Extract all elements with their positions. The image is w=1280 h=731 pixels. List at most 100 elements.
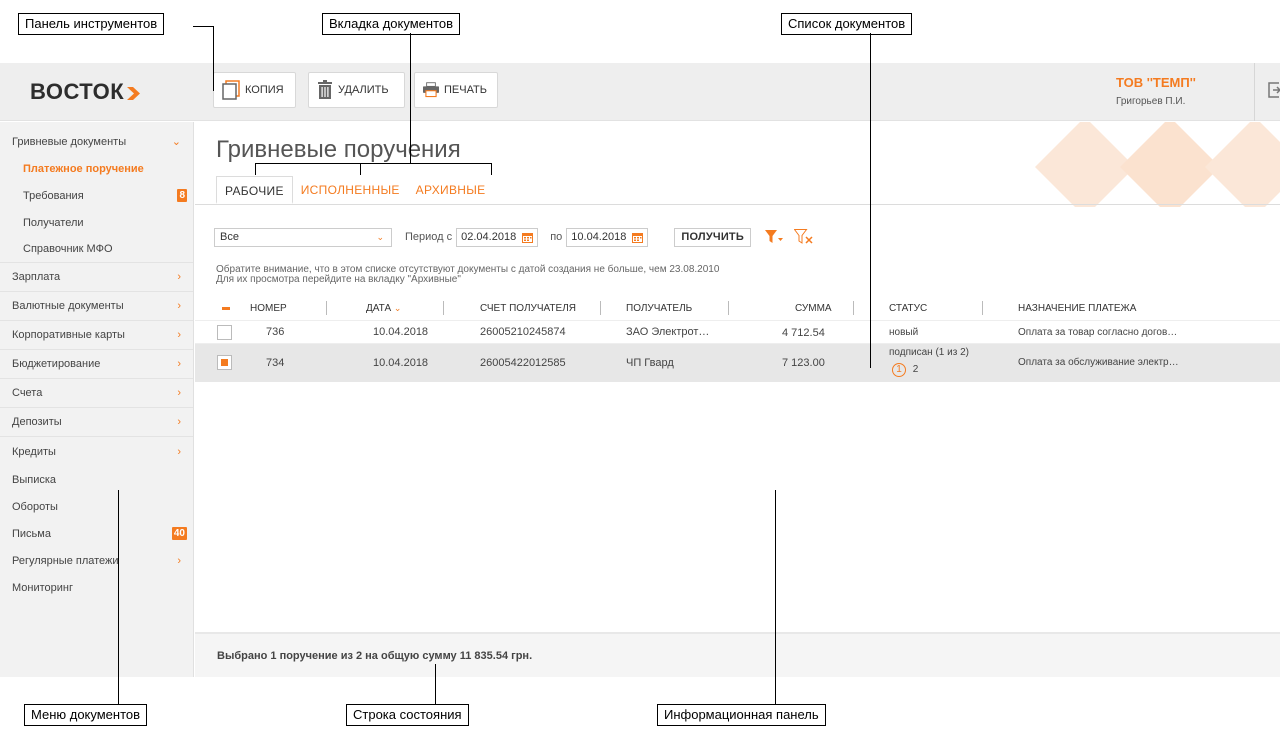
cell-status: новый (889, 327, 919, 338)
sidebar-group-uah-documents[interactable]: Гривневые документы ⌄ (0, 122, 193, 155)
documents-menu: Гривневые документы ⌄ Платежное поручени… (0, 122, 194, 677)
sort-desc-icon: ⌄ (393, 303, 402, 313)
callout-line (118, 490, 119, 705)
table-row[interactable]: 734 10.04.2018 26005422012585 ЧП Гвард 7… (195, 343, 1280, 382)
column-separator[interactable] (982, 301, 983, 315)
calendar-icon[interactable] (522, 232, 534, 243)
callout-document-tabs: Вкладка документов (322, 13, 461, 35)
logout-icon[interactable] (1268, 82, 1280, 98)
sidebar-item-label: Требования (23, 189, 84, 202)
sidebar-group-label: Счета (12, 387, 43, 399)
callout-toolbar: Панель инструментов (18, 13, 165, 35)
sidebar-group-currency-documents[interactable]: Валютные документы › (0, 292, 193, 321)
sidebar-item-statement[interactable]: Выписка (0, 466, 193, 493)
chevron-down-icon: ⌄ (171, 136, 181, 148)
sidebar-group-deposits[interactable]: Депозиты › (0, 408, 193, 437)
status-line: Выбрано 1 поручение из 2 на общую сумму … (195, 632, 1280, 677)
sidebar-group-label: Валютные документы (12, 300, 124, 312)
print-button[interactable]: ПЕЧАТЬ (414, 72, 498, 108)
column-separator[interactable] (853, 301, 854, 315)
chevron-right-icon: › (177, 300, 181, 312)
chevron-right-icon: › (177, 416, 181, 428)
signature-pending: 2 (912, 364, 919, 375)
callout-line (435, 664, 436, 704)
sidebar-item-recipients[interactable]: Получатели (0, 209, 193, 236)
date-to-field[interactable]: 10.04.2018 (566, 227, 649, 247)
count-badge: 40 (171, 527, 187, 540)
callout-document-list: Список документов (781, 13, 913, 35)
chevron-right-icon: › (177, 445, 181, 458)
toolbar: ВОСТОК КОПИЯ УДАЛИТЬ ПЕЧАТЬ ТОВ ''ТЕМП''… (0, 63, 1280, 121)
column-separator[interactable] (728, 301, 729, 315)
cell-account: 26005210245874 (480, 326, 566, 338)
column-status[interactable]: СТАТУС (889, 303, 927, 314)
signature-done-badge: 1 (892, 363, 906, 377)
sidebar-item-label: Справочник МФО (23, 243, 113, 255)
delete-button[interactable]: УДАЛИТЬ (308, 72, 405, 108)
archive-notice: Обратите внимание, что в этом списке отс… (216, 265, 719, 285)
app-window: ВОСТОК КОПИЯ УДАЛИТЬ ПЕЧАТЬ ТОВ ''ТЕМП''… (0, 63, 1280, 677)
sidebar-item-label: Платежное поручение (23, 162, 144, 175)
sidebar-item-regular-payments[interactable]: Регулярные платежи › (0, 547, 193, 574)
chevron-right-icon: › (177, 554, 181, 567)
row-checkbox[interactable] (217, 325, 232, 340)
sidebar-item-mfo-directory[interactable]: Справочник МФО (0, 236, 193, 263)
status-text: Выбрано 1 поручение из 2 на общую сумму … (217, 650, 533, 662)
tabs-divider (195, 204, 1280, 205)
sidebar-group-label: Кредиты (12, 445, 56, 458)
sidebar-group-corporate-cards[interactable]: Корпоративные карты › (0, 321, 193, 350)
trash-icon (318, 80, 332, 99)
filter-bar: Все ⌄ Период с 02.04.2018 по 10.04.2018 … (214, 226, 814, 248)
sidebar-item-payment-order[interactable]: Платежное поручение (0, 155, 193, 182)
sidebar-item-label: Регулярные платежи (12, 554, 119, 567)
callout-line (213, 26, 214, 91)
brand-logo: ВОСТОК (30, 79, 141, 105)
tab-executed[interactable]: ИСПОЛНЕННЫЕ (293, 176, 408, 204)
cell-recipient: ЗАО Электрот… (626, 326, 710, 338)
copy-button[interactable]: КОПИЯ (213, 72, 296, 108)
tab-archived[interactable]: АРХИВНЫЕ (408, 176, 494, 204)
sidebar-group-accounts[interactable]: Счета › (0, 379, 193, 408)
column-purpose[interactable]: НАЗНАЧЕНИЕ ПЛАТЕЖА (1018, 303, 1136, 314)
chevron-right-icon: › (177, 358, 181, 370)
brand-name: ВОСТОК (30, 79, 125, 104)
sidebar-item-turnovers[interactable]: Обороты (0, 493, 193, 520)
sidebar-group-label: Зарплата (12, 271, 61, 283)
cell-account: 26005422012585 (480, 357, 566, 369)
chevron-right-icon: › (177, 387, 181, 399)
column-account[interactable]: СЧЕТ ПОЛУЧАТЕЛЯ (480, 303, 576, 314)
status-select[interactable]: Все ⌄ (214, 227, 392, 247)
cell-date: 10.04.2018 (373, 326, 429, 338)
sidebar-group-label: Гривневые документы (12, 135, 127, 148)
sidebar-group-salary[interactable]: Зарплата › (0, 263, 193, 292)
column-recipient[interactable]: ПОЛУЧАТЕЛЬ (626, 303, 692, 314)
get-button[interactable]: ПОЛУЧИТЬ (674, 227, 751, 247)
callout-status-line: Строка состояния (346, 704, 469, 726)
sidebar-item-letters[interactable]: Письма 40 (0, 520, 193, 547)
select-all-checkbox[interactable] (219, 301, 234, 316)
column-separator[interactable] (326, 301, 327, 315)
filter-icon[interactable] (764, 230, 783, 244)
callout-documents-menu: Меню документов (24, 704, 148, 726)
column-date[interactable]: ДАТА ⌄ (366, 303, 401, 314)
sidebar-item-label: Выписка (12, 473, 57, 486)
tab-working[interactable]: РАБОЧИЕ (216, 176, 293, 204)
calendar-icon[interactable] (632, 232, 644, 243)
sidebar-item-requirements[interactable]: Требования 8 (0, 182, 193, 209)
column-separator[interactable] (600, 301, 601, 315)
row-checkbox[interactable] (217, 355, 232, 370)
clear-filter-icon[interactable] (793, 229, 814, 245)
count-badge: 8 (177, 189, 187, 202)
status-select-value: Все (220, 231, 239, 243)
column-amount[interactable]: СУММА (795, 303, 832, 314)
sidebar-group-credits[interactable]: Кредиты › (0, 437, 193, 466)
cell-amount: 4 712.54 (782, 327, 825, 339)
sidebar-item-monitoring[interactable]: Мониторинг (0, 574, 193, 601)
date-from-field[interactable]: 02.04.2018 (456, 227, 539, 247)
table-row[interactable]: 736 10.04.2018 26005210245874 ЗАО Электр… (195, 320, 1280, 343)
column-separator[interactable] (443, 301, 444, 315)
column-number[interactable]: НОМЕР (250, 303, 287, 314)
sidebar-group-budgeting[interactable]: Бюджетирование › (0, 350, 193, 379)
company-name[interactable]: ТОВ ''ТЕМП'' (1116, 75, 1196, 90)
decorative-chevrons (1035, 122, 1280, 207)
